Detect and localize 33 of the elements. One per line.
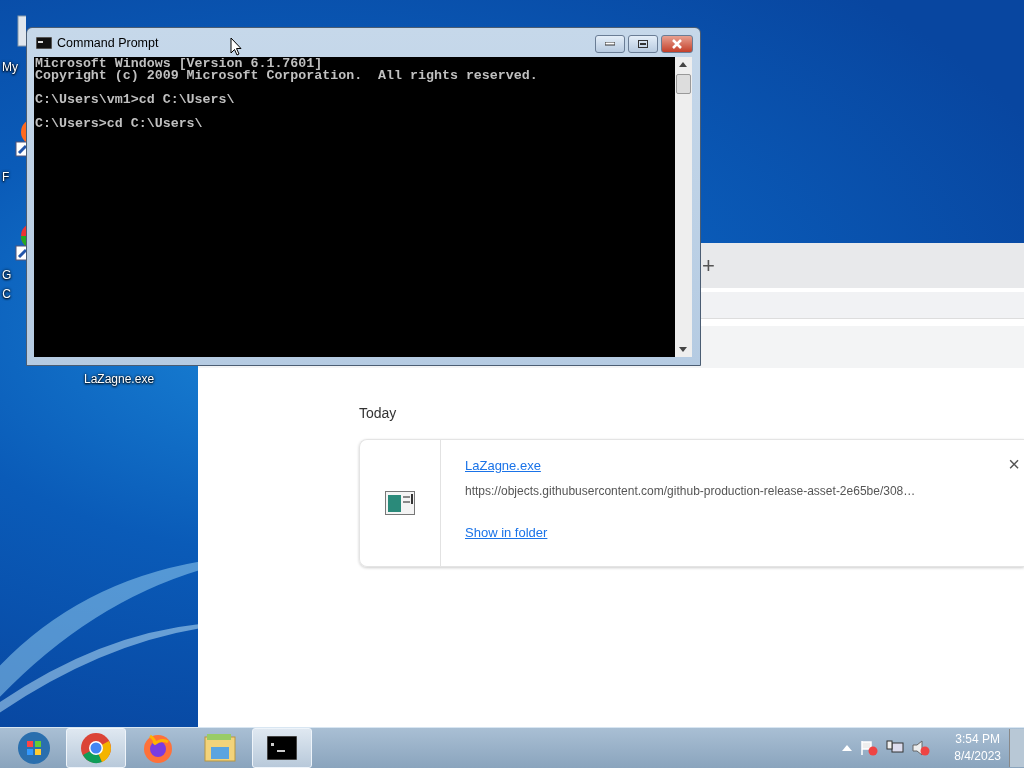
flag-icon[interactable] bbox=[860, 740, 879, 756]
download-url: https://objects.githubusercontent.com/github-production-release-asset-2e65be/308… bbox=[465, 484, 916, 498]
window-title: Command Prompt bbox=[57, 35, 159, 50]
close-button[interactable] bbox=[661, 35, 693, 53]
speaker-muted-icon[interactable] bbox=[912, 740, 931, 756]
desktop-icon-label[interactable]: My bbox=[2, 58, 18, 77]
network-icon[interactable] bbox=[886, 740, 905, 756]
file-name-link[interactable]: LaZagne.exe bbox=[465, 458, 541, 473]
desktop-icon-label[interactable]: F bbox=[2, 168, 10, 187]
cursor-icon bbox=[230, 37, 242, 56]
close-button[interactable]: × bbox=[1008, 454, 1020, 474]
taskbar-button[interactable] bbox=[252, 728, 312, 768]
desktop-icon-label[interactable]: G C bbox=[2, 266, 12, 304]
minimize-button[interactable] bbox=[595, 35, 625, 53]
scroll-down-icon[interactable] bbox=[679, 347, 687, 352]
program-file-icon bbox=[385, 491, 415, 515]
maximize-icon bbox=[638, 40, 648, 48]
show-in-folder-link[interactable]: Show in folder bbox=[465, 525, 548, 540]
scroll-up-icon[interactable] bbox=[679, 62, 687, 67]
close-icon bbox=[671, 39, 683, 49]
section-heading: Today bbox=[359, 405, 398, 421]
new-tab-button[interactable]: + bbox=[702, 254, 715, 277]
scroll-thumb[interactable] bbox=[676, 74, 691, 94]
minimize-icon bbox=[605, 42, 615, 46]
start-orb-icon[interactable] bbox=[17, 731, 51, 765]
show-desktop-button[interactable] bbox=[1009, 729, 1024, 767]
console-output: Microsoft Windows [Version 6.1.7601] Copyright (c) 2009 Microsoft Corporation. All rights reserved. C:\Users\vm1>cd C:\Users\ C:\Users>cd C:\Users\ bbox=[34, 57, 675, 357]
console-icon bbox=[36, 36, 52, 49]
desktop-icon-label[interactable]: LaZagne.exe bbox=[84, 370, 155, 389]
console-icon[interactable] bbox=[267, 736, 297, 760]
show-hidden-icons-icon[interactable] bbox=[842, 745, 853, 751]
scrollbar[interactable] bbox=[675, 57, 692, 357]
maximize-button[interactable] bbox=[628, 35, 658, 53]
